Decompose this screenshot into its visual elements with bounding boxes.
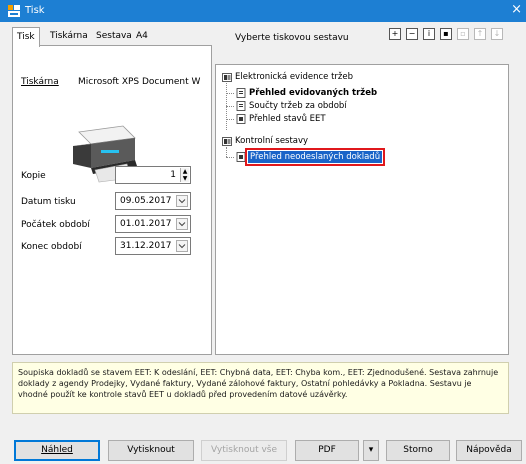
copy-icon[interactable]: ▫	[457, 28, 469, 40]
period-end-field[interactable]: 31.12.2017	[115, 237, 191, 255]
tree-connector	[226, 147, 227, 157]
pdf-button[interactable]: PDF	[295, 440, 359, 461]
copies-value: 1	[170, 170, 176, 180]
period-start-label: Počátek období	[21, 220, 90, 230]
cancel-button[interactable]: Storno	[386, 440, 450, 461]
folder-icon	[222, 73, 232, 82]
chevron-down-icon[interactable]	[176, 240, 188, 252]
period-end-label: Konec období	[21, 242, 82, 252]
report-description: Soupiska dokladů se stavem EET: K odeslá…	[12, 362, 509, 414]
report-icon	[236, 152, 246, 162]
tree-item-label: Přehled evidovaných tržeb	[249, 88, 378, 98]
help-button[interactable]: Nápověda	[456, 440, 522, 461]
window-title: Tisk	[25, 5, 45, 16]
print-all-button[interactable]: Vytisknout vše	[201, 440, 287, 461]
tab-tiskarna[interactable]: Tiskárna	[46, 29, 92, 46]
tab-tisk[interactable]: Tisk	[12, 27, 40, 47]
expand-icon[interactable]: +	[389, 28, 401, 40]
preview-button[interactable]: Náhled	[14, 440, 100, 461]
chevron-down-icon[interactable]	[176, 218, 188, 230]
report-select-header: Vyberte tiskovou sestavu	[235, 33, 349, 43]
tab-a4[interactable]: A4	[132, 29, 152, 46]
collapse-icon[interactable]: −	[406, 28, 418, 40]
printer-name[interactable]: Microsoft XPS Document W	[78, 77, 206, 87]
info-icon[interactable]: i	[423, 28, 435, 40]
tab-sestava[interactable]: Sestava	[92, 29, 136, 46]
pdf-dropdown-button[interactable]: ▾	[363, 440, 379, 461]
print-date-label: Datum tisku	[21, 197, 76, 207]
preview-button-label: Náhled	[41, 445, 73, 455]
tree-connector	[226, 157, 234, 158]
period-end-value: 31.12.2017	[120, 241, 172, 251]
spin-down-icon[interactable]: ▼	[181, 175, 189, 182]
tree-item-label: Přehled neodeslaných dokladů	[244, 148, 386, 166]
period-start-value: 01.01.2017	[120, 219, 172, 229]
copies-spin[interactable]: ▲ ▼	[180, 168, 189, 182]
print-button[interactable]: Vytisknout	[108, 440, 194, 461]
tree-item-label: Přehled stavů EET	[249, 114, 326, 124]
folder-icon	[222, 137, 232, 146]
print-settings-panel: Tiskárna Microsoft XPS Document W Kopie …	[12, 45, 212, 355]
copies-label: Kopie	[21, 171, 46, 181]
chevron-down-icon[interactable]	[176, 195, 188, 207]
print-date-value: 09.05.2017	[120, 196, 172, 206]
print-date-field[interactable]: 09.05.2017	[115, 192, 191, 210]
report-tree[interactable]: Elektronická evidence tržeb Přehled evid…	[215, 64, 509, 355]
report-icon	[236, 101, 246, 111]
period-start-field[interactable]: 01.01.2017	[115, 215, 191, 233]
spin-up-icon[interactable]: ▲	[181, 168, 189, 175]
import-icon[interactable]: ↓	[491, 28, 503, 40]
tree-folder-label: Kontrolní sestavy	[235, 136, 309, 146]
printer-label: Tiskárna	[21, 77, 59, 87]
report-icon	[236, 88, 246, 98]
tree-connector	[226, 93, 234, 94]
export-icon[interactable]: ↑	[474, 28, 486, 40]
copies-stepper[interactable]: 1 ▲ ▼	[115, 166, 191, 184]
tree-folder-label: Elektronická evidence tržeb	[235, 72, 353, 82]
tree-connector	[226, 106, 234, 107]
report-icon[interactable]: ▪	[440, 28, 452, 40]
title-bar: Tisk ×	[0, 0, 526, 22]
close-icon[interactable]: ×	[511, 3, 522, 17]
app-icon	[8, 5, 20, 17]
tree-item-label: Součty tržeb za období	[249, 101, 347, 111]
tree-connector	[226, 119, 234, 120]
report-icon	[236, 114, 246, 124]
